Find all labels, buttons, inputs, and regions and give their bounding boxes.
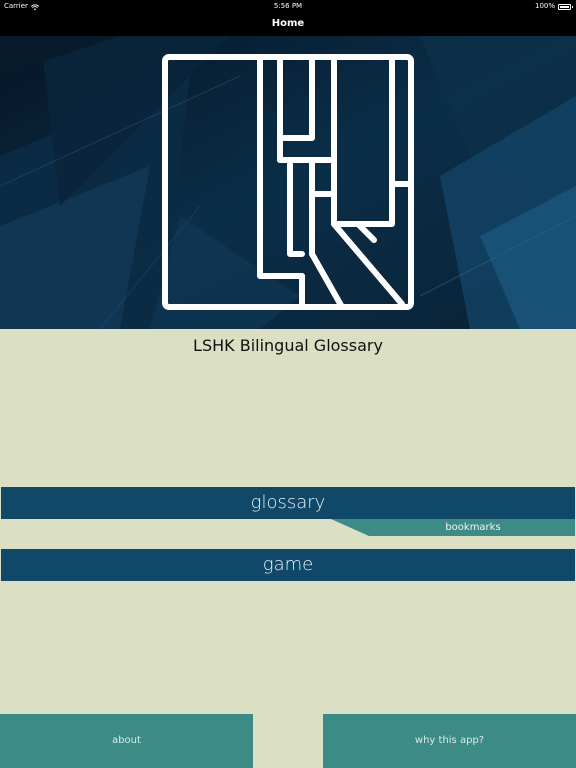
status-left: Carrier — [4, 0, 39, 12]
hero-banner — [0, 36, 576, 329]
glossary-label: glossary — [250, 492, 326, 513]
nav-title: Home — [271, 18, 305, 29]
status-bar: Carrier 5:56 PM 100% — [0, 0, 576, 12]
status-right: 100% — [534, 0, 573, 12]
game-label: game — [262, 554, 314, 575]
page-title: LSHK Bilingual Glossary — [193, 336, 383, 355]
battery-icon — [558, 3, 573, 10]
wifi-icon — [30, 3, 39, 10]
about-button[interactable]: about — [0, 714, 253, 768]
bookmarks-button[interactable]: bookmarks — [331, 519, 575, 536]
bookmarks-label: bookmarks — [445, 522, 501, 533]
app-root: Carrier 5:56 PM 100% Home LSHK Bilingual… — [0, 0, 576, 768]
nav-bar: Home — [0, 12, 576, 36]
carrier-label: Carrier — [4, 2, 28, 10]
game-button[interactable]: game — [1, 549, 575, 581]
about-label: about — [112, 735, 141, 746]
battery-percent: 100% — [534, 2, 555, 10]
status-time: 5:56 PM — [273, 2, 303, 10]
glossary-button[interactable]: glossary — [1, 487, 575, 519]
lshk-logo-icon — [162, 54, 414, 310]
why-this-app-label: why this app? — [414, 735, 485, 746]
why-this-app-button[interactable]: why this app? — [323, 714, 576, 768]
